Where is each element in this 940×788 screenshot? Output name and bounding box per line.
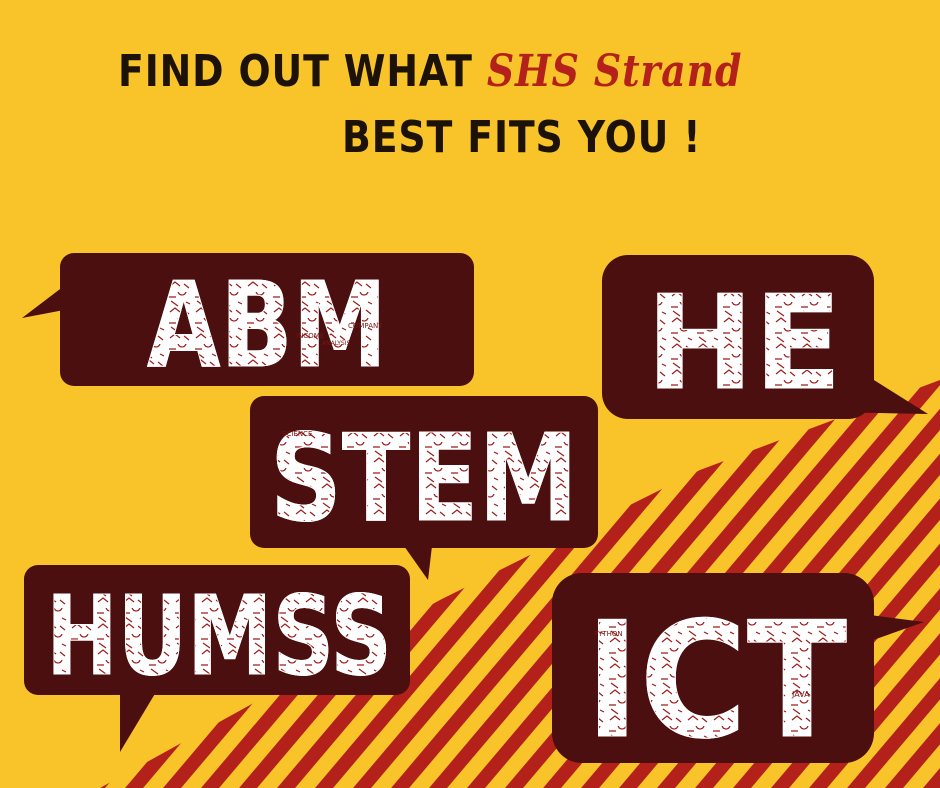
strand-stem-text: STEM xyxy=(270,410,579,550)
strand-abm-text: ABM xyxy=(147,256,388,395)
doodle-label-analysis: ANALYSIS xyxy=(322,340,351,347)
strand-he-text: HE xyxy=(646,267,843,420)
strand-ict: ICT xyxy=(580,587,852,775)
headline-line-1: FIND OUT WHAT SHS Strand xyxy=(118,46,742,97)
doodle-label-python: PYTHON xyxy=(594,630,623,638)
doodle-label-income: INCOME xyxy=(296,332,325,340)
strand-he-label: HE xyxy=(646,276,842,396)
headline-line-2: BEST FITS YOU ! xyxy=(342,112,702,163)
doodle-label-company: COMPANY xyxy=(348,322,383,330)
strand-stem-label: STEM xyxy=(270,416,578,530)
doodle-label-java: JAVA xyxy=(792,690,810,699)
stripe xyxy=(934,380,940,788)
strand-humss: HUMSS xyxy=(42,572,396,701)
strand-he: HE xyxy=(642,267,846,420)
strand-ict-text: ICT xyxy=(585,587,848,775)
strand-stem: STEM xyxy=(266,410,582,550)
strand-humss-label: HUMSS xyxy=(46,582,392,682)
strand-abm: ABM xyxy=(140,256,394,395)
headline-prefix: FIND OUT WHAT xyxy=(118,46,473,97)
strand-humss-text: HUMSS xyxy=(46,572,393,701)
strand-ict-label: ICT xyxy=(585,596,847,746)
headline-accent: SHS Strand xyxy=(486,46,743,97)
doodle-label-science: SCIENCE xyxy=(282,430,313,438)
strand-abm-label: ABM xyxy=(147,266,387,376)
